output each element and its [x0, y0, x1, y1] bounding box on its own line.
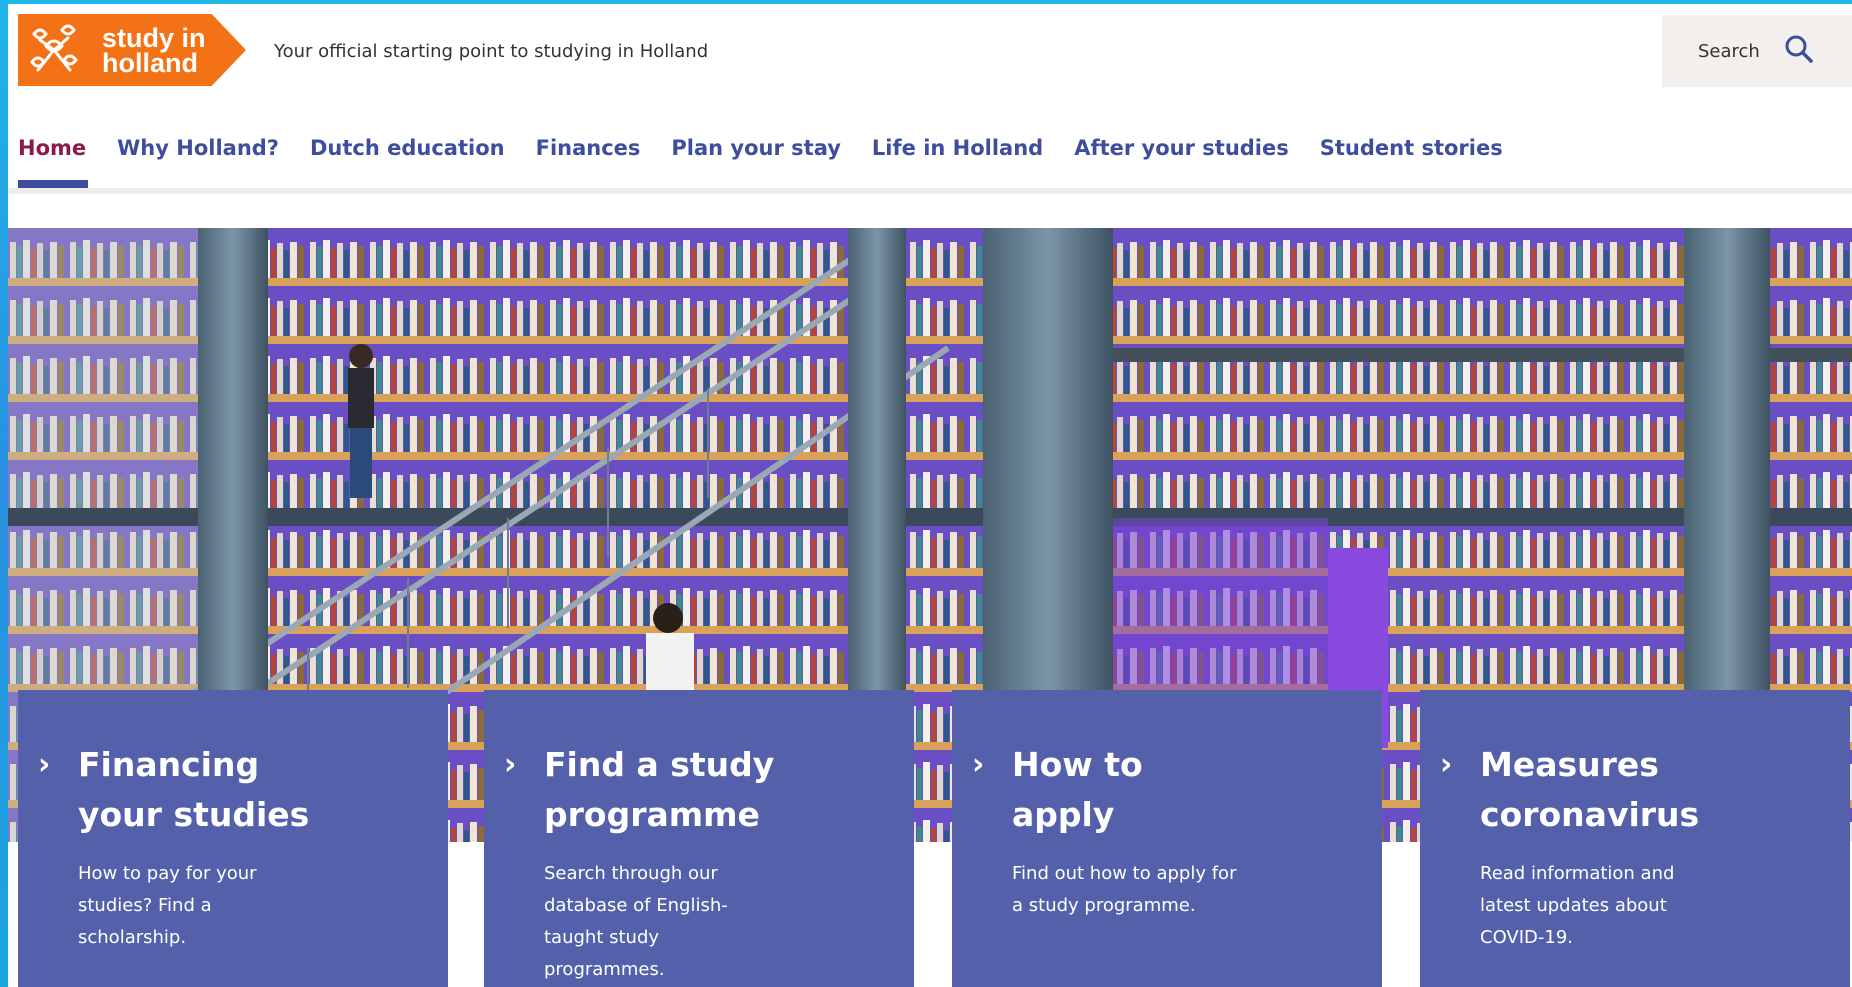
- tulip-logo-icon: [18, 14, 90, 86]
- card-title-line2: apply: [1012, 795, 1115, 834]
- card-description: Search through our database of English-t…: [544, 863, 728, 980]
- card-title-line2: programme: [544, 795, 760, 834]
- chevron-right-icon: ›: [504, 747, 517, 782]
- search-icon: [1784, 34, 1814, 68]
- card-how-to-apply[interactable]: › How to apply Find out how to apply for…: [952, 690, 1382, 987]
- page: study in holland Your official starting …: [8, 4, 1852, 987]
- search-label: Search: [1698, 40, 1760, 62]
- card-find-programme[interactable]: › Find a study programme Search through …: [484, 690, 914, 987]
- nav-item-life-in-holland[interactable]: Life in Holland: [872, 122, 1043, 182]
- site-tagline: Your official starting point to studying…: [274, 41, 709, 62]
- card-financing[interactable]: › Financing your studies How to pay for …: [18, 690, 448, 987]
- nav-item-dutch-education[interactable]: Dutch education: [310, 122, 505, 182]
- chevron-right-icon: ›: [972, 747, 985, 782]
- main-nav-list: Home Why Holland? Dutch education Financ…: [8, 122, 1852, 188]
- chevron-right-icon: ›: [1440, 747, 1453, 782]
- card-coronavirus[interactable]: › Measures coronavirus Read information …: [1420, 690, 1850, 987]
- card-title: › Financing your studies: [38, 740, 418, 840]
- site-header: study in holland Your official starting …: [8, 4, 1852, 96]
- card-title-line1: Financing: [78, 745, 260, 784]
- card-title-line1: Measures: [1480, 745, 1659, 784]
- chevron-right-icon: ›: [38, 747, 51, 782]
- card-description: Find out how to apply for a study progra…: [1012, 863, 1237, 916]
- nav-item-after-your-studies[interactable]: After your studies: [1074, 122, 1289, 182]
- nav-item-plan-your-stay[interactable]: Plan your stay: [671, 122, 841, 182]
- logo-text-line2: holland: [102, 48, 198, 78]
- card-title-line1: Find a study: [544, 745, 775, 784]
- card-description: Read information and latest updates abou…: [1480, 863, 1675, 948]
- feature-cards: › Financing your studies How to pay for …: [18, 690, 1852, 987]
- nav-item-student-stories[interactable]: Student stories: [1320, 122, 1503, 182]
- card-title: › How to apply: [972, 740, 1352, 840]
- card-title: › Find a study programme: [504, 740, 884, 840]
- card-title-line1: How to: [1012, 745, 1143, 784]
- nav-item-finances[interactable]: Finances: [536, 122, 641, 182]
- main-nav: Home Why Holland? Dutch education Financ…: [8, 122, 1852, 194]
- card-title-line2: coronavirus: [1480, 795, 1700, 834]
- logo-wordmark: study in holland: [90, 14, 246, 86]
- search-button[interactable]: Search: [1662, 15, 1852, 87]
- card-title-line2: your studies: [78, 795, 310, 834]
- site-logo[interactable]: study in holland: [18, 14, 246, 86]
- card-title: › Measures coronavirus: [1440, 740, 1820, 840]
- nav-item-home[interactable]: Home: [18, 122, 89, 188]
- card-description: How to pay for your studies? Find a scho…: [78, 863, 257, 948]
- nav-item-why-holland[interactable]: Why Holland?: [117, 122, 279, 182]
